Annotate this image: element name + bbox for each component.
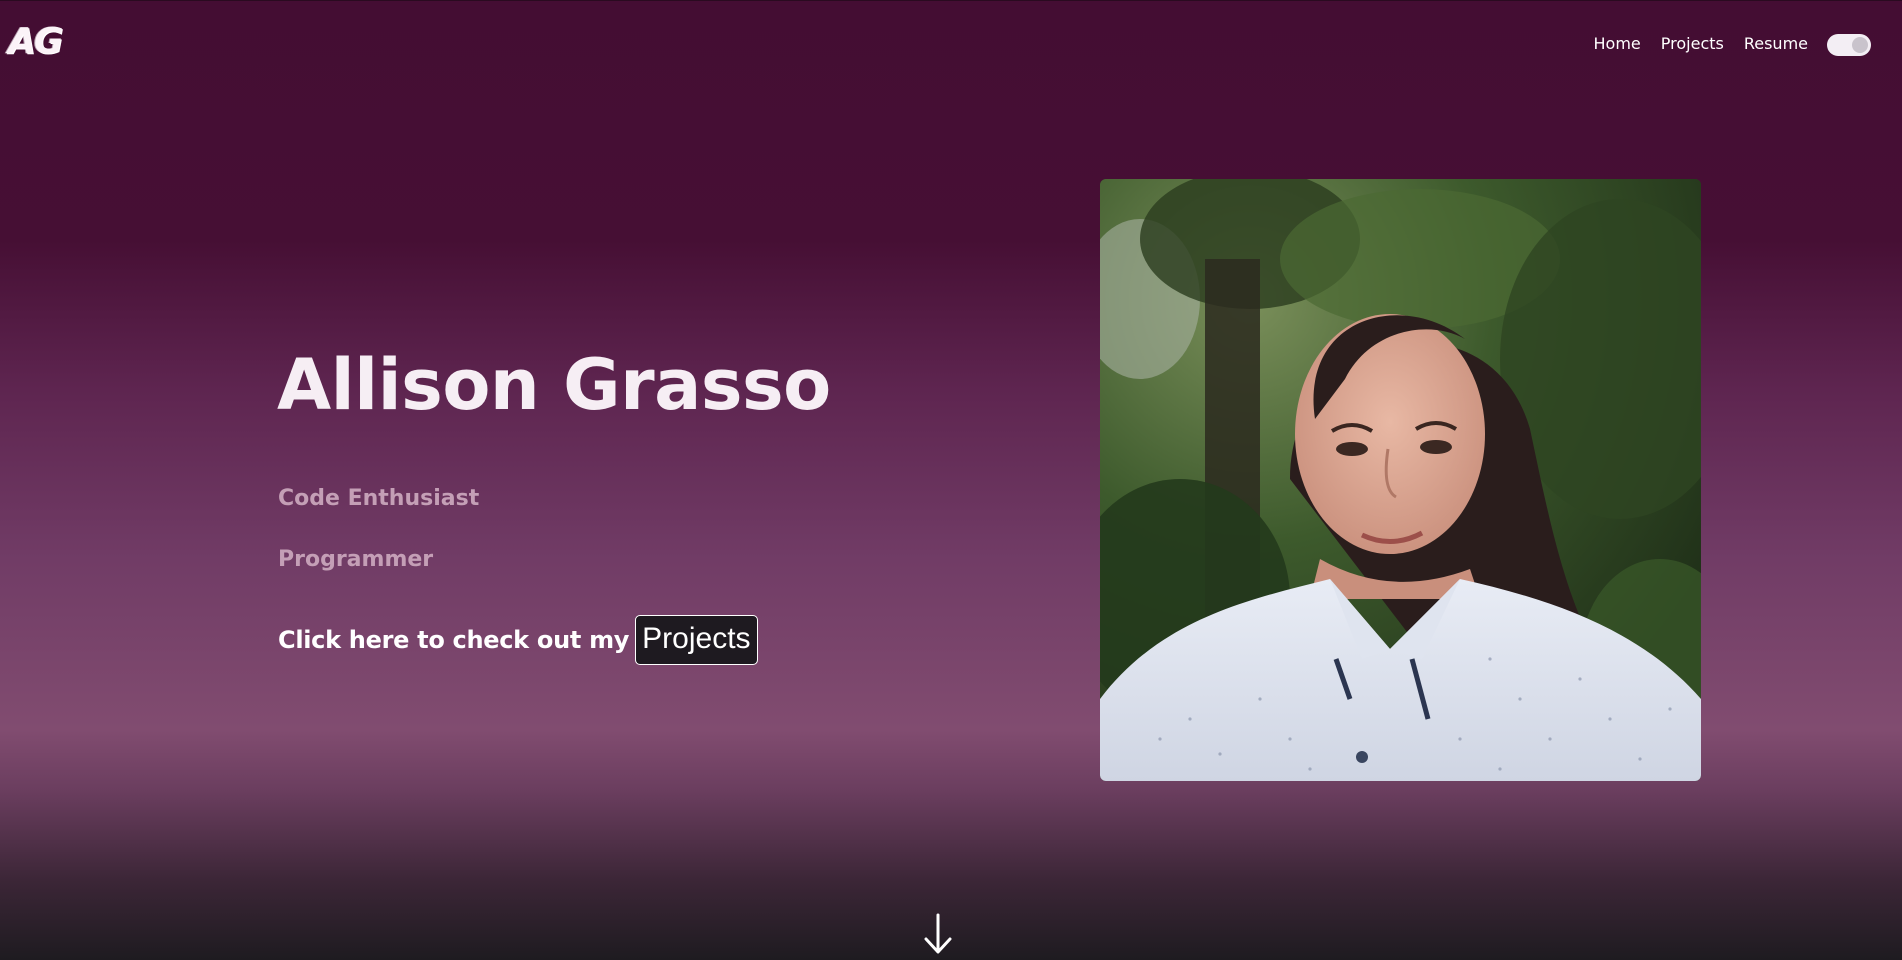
arrow-down-icon[interactable] — [922, 913, 954, 955]
main-nav: Home Projects Resume — [1594, 34, 1808, 54]
role-code-enthusiast: Code Enthusiast — [278, 486, 480, 511]
site-logo[interactable]: AG — [8, 20, 63, 64]
top-border — [0, 0, 1902, 1]
profile-photo — [1100, 179, 1701, 781]
theme-toggle-knob — [1852, 37, 1868, 53]
nav-resume-link[interactable]: Resume — [1744, 34, 1808, 54]
hero-name: Allison Grasso — [277, 344, 831, 426]
cta-line: Click here to check out my Projects — [278, 615, 758, 665]
theme-toggle[interactable] — [1827, 34, 1871, 56]
nav-projects-link[interactable]: Projects — [1661, 34, 1724, 54]
role-programmer: Programmer — [278, 547, 434, 572]
projects-button[interactable]: Projects — [635, 615, 758, 665]
cta-text: Click here to check out my — [278, 626, 630, 654]
nav-home-link[interactable]: Home — [1594, 34, 1641, 54]
